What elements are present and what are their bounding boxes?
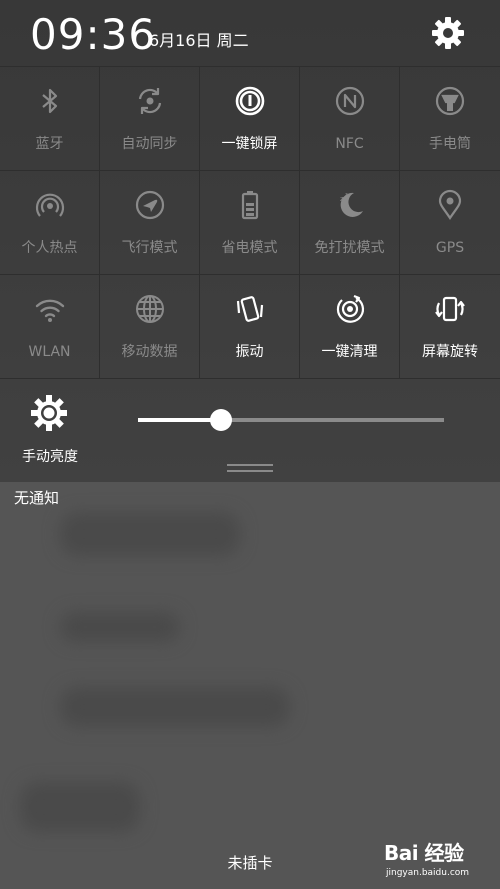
- watermark-url: jingyan.baidu.com: [386, 868, 470, 878]
- lock-screen-icon: [235, 86, 265, 116]
- no-notifications-label: 无通知: [14, 489, 60, 507]
- brightness-slider-knob[interactable]: [209, 409, 232, 431]
- hotspot-icon: [35, 193, 65, 217]
- toggle-one-click-clean[interactable]: 一键清理: [300, 275, 400, 379]
- toggle-label: NFC: [335, 136, 364, 152]
- svg-text:z: z: [345, 192, 348, 198]
- vibrate-icon: [236, 296, 264, 322]
- svg-text:z: z: [340, 195, 344, 203]
- toggle-bluetooth[interactable]: 蓝牙: [0, 67, 100, 171]
- panel-drag-handle[interactable]: [227, 464, 273, 472]
- toggle-airplane-mode[interactable]: 飞行模式: [100, 171, 200, 275]
- bluetooth-icon: [42, 88, 58, 114]
- toggle-label: WLAN: [28, 344, 71, 360]
- toggle-screen-rotation[interactable]: 屏幕旋转: [400, 275, 500, 379]
- brightness-slider-fill: [138, 418, 221, 422]
- airplane-icon: [135, 190, 165, 220]
- toggle-label: 手电筒: [429, 136, 471, 152]
- toggle-label: GPS: [435, 240, 465, 256]
- toggle-label: 一键锁屏: [221, 136, 278, 152]
- rotate-icon: [435, 296, 465, 322]
- toggle-nfc[interactable]: NFC: [300, 67, 400, 171]
- settings-gear-icon[interactable]: [431, 16, 465, 50]
- toggle-gps[interactable]: GPS: [400, 171, 500, 275]
- brightness-sun-icon[interactable]: [30, 394, 68, 432]
- mobile-data-icon: [136, 295, 164, 323]
- toggle-label: 振动: [235, 344, 264, 360]
- quick-settings-panel: 09:36 6月16日 周二 蓝牙 自动同步 一键锁屏 NFC 手电筒 个人热点…: [0, 0, 500, 482]
- flashlight-icon: [435, 86, 465, 116]
- gps-icon: [438, 189, 462, 220]
- toggle-label: 个人热点: [21, 240, 78, 256]
- sync-icon: [138, 88, 162, 114]
- toggle-wlan[interactable]: WLAN: [0, 275, 100, 379]
- do-not-disturb-icon: z z: [340, 192, 363, 217]
- toggle-label: 屏幕旋转: [422, 344, 478, 360]
- notification-area: 无通知 未插卡 Bai 经验 jingyan.baidu.com: [0, 482, 500, 889]
- toggle-flashlight[interactable]: 手电筒: [400, 67, 500, 171]
- toggle-label: 免打扰模式: [314, 240, 385, 256]
- toggle-do-not-disturb[interactable]: z z 免打扰模式: [300, 171, 400, 275]
- status-header: 09:36 6月16日 周二: [0, 0, 500, 66]
- brightness-slider[interactable]: [138, 409, 444, 431]
- watermark: Bai 经验 jingyan.baidu.com: [384, 840, 496, 884]
- toggle-vibrate[interactable]: 振动: [200, 275, 300, 379]
- toggle-label: 自动同步: [121, 136, 178, 152]
- toggle-label: 移动数据: [121, 344, 178, 360]
- toggle-hotspot[interactable]: 个人热点: [0, 171, 100, 275]
- toggle-grid: 蓝牙 自动同步 一键锁屏 NFC 手电筒 个人热点 飞行模式 省电模式 z z …: [0, 66, 500, 381]
- toggle-lock-screen[interactable]: 一键锁屏: [200, 67, 300, 171]
- toggle-auto-sync[interactable]: 自动同步: [100, 67, 200, 171]
- toggle-label: 一键清理: [321, 344, 378, 360]
- toggle-mobile-data[interactable]: 移动数据: [100, 275, 200, 379]
- toggle-label: 蓝牙: [35, 136, 64, 152]
- toggle-label: 飞行模式: [121, 240, 178, 256]
- toggle-label: 省电模式: [221, 240, 278, 256]
- nfc-icon: [335, 86, 365, 116]
- clean-icon: [336, 294, 365, 323]
- brightness-label: 手动亮度: [22, 449, 78, 465]
- battery-saver-icon: [241, 191, 259, 220]
- toggle-battery-saver[interactable]: 省电模式: [200, 171, 300, 275]
- wifi-icon: [35, 299, 65, 322]
- clock: 09:36: [30, 10, 157, 59]
- date-label: 6月16日 周二: [149, 31, 249, 50]
- watermark-brand: Bai 经验: [384, 841, 464, 865]
